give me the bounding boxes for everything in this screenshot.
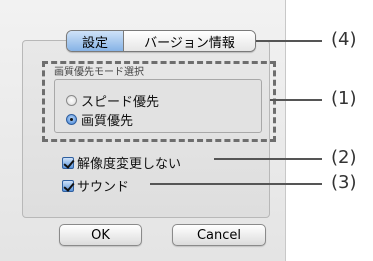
- radio-label: スピード優先: [81, 95, 160, 110]
- ok-button[interactable]: OK: [59, 224, 142, 246]
- radio-button-icon[interactable]: [66, 95, 77, 106]
- cancel-button[interactable]: Cancel: [172, 224, 266, 246]
- callout-label-2: (2): [331, 147, 357, 168]
- radio-button-selected-icon[interactable]: [66, 114, 77, 125]
- checkbox-sound[interactable]: サウンド: [62, 176, 129, 195]
- checkbox-no-resolution-change[interactable]: 解像度変更しない: [62, 153, 181, 172]
- callout-label-4: (4): [331, 29, 357, 50]
- tab-bar: 設定 バージョン情報: [66, 30, 256, 52]
- tab-settings[interactable]: 設定: [67, 31, 124, 51]
- checkbox-label: 解像度変更しない: [77, 157, 182, 172]
- checkbox-checked-icon[interactable]: [62, 156, 74, 169]
- callout-label-1: (1): [331, 88, 357, 109]
- checkbox-checked-icon[interactable]: [62, 179, 74, 192]
- callout-line-4: [254, 40, 322, 42]
- callout-line-3: [150, 183, 322, 185]
- callout-line-2: [214, 158, 322, 160]
- quality-group-title: 画質優先モード選択: [54, 67, 144, 78]
- callout-label-3: (3): [331, 172, 357, 193]
- checkbox-label: サウンド: [77, 180, 130, 195]
- callout-line-1: [270, 99, 322, 101]
- tab-version-info[interactable]: バージョン情報: [124, 31, 255, 51]
- radio-speed-priority[interactable]: スピード優先: [66, 91, 159, 110]
- radio-label: 画質優先: [81, 114, 134, 129]
- radio-quality-priority[interactable]: 画質優先: [66, 110, 133, 129]
